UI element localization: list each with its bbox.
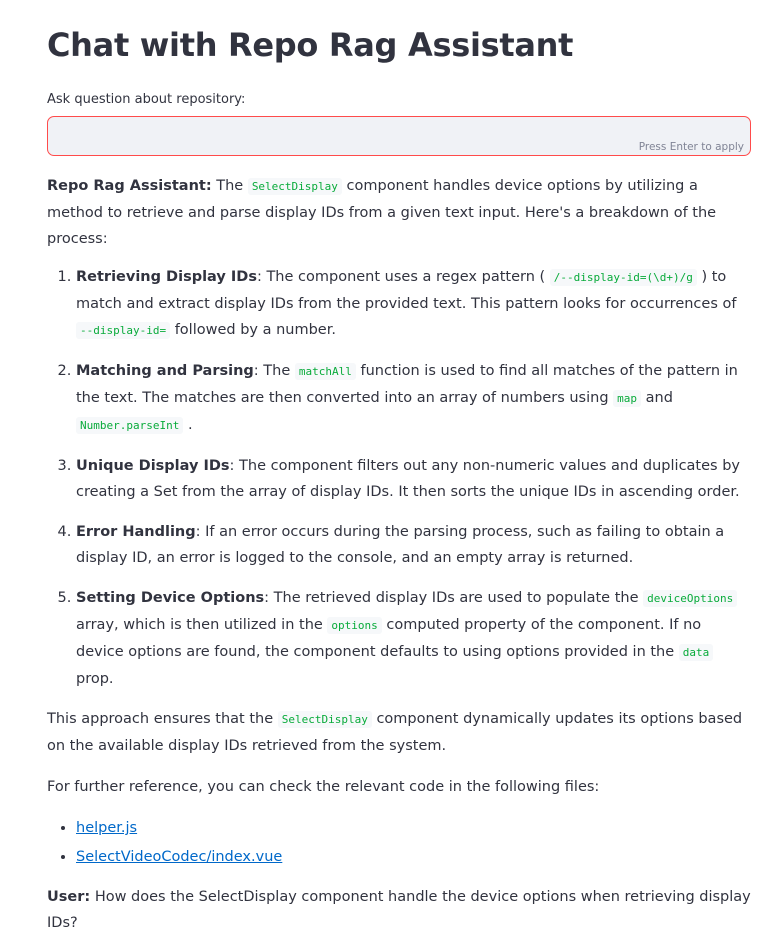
link-helper-js[interactable]: helper.js bbox=[76, 820, 137, 836]
intro-text: The bbox=[216, 178, 244, 194]
inline-code: map bbox=[613, 390, 642, 407]
step-title: Error Handling bbox=[76, 524, 196, 540]
list-item: SelectVideoCodec/index.vue bbox=[76, 843, 751, 872]
inline-code: /--display-id=(\d+)/g bbox=[549, 269, 697, 286]
step-text: array, which is then utilized in the bbox=[76, 617, 323, 633]
inline-code: matchAll bbox=[294, 363, 356, 380]
inline-code: options bbox=[327, 617, 382, 634]
step-title: Matching and Parsing bbox=[76, 363, 254, 379]
question-input-label: Ask question about repository: bbox=[47, 92, 246, 107]
reference-links: helper.js SelectVideoCodec/index.vue bbox=[47, 814, 751, 872]
list-item: Retrieving Display IDs: The component us… bbox=[76, 264, 751, 344]
page-title: Chat with Repo Rag Assistant bbox=[47, 26, 574, 64]
link-selectvideocodec-index-vue[interactable]: SelectVideoCodec/index.vue bbox=[76, 849, 282, 865]
list-item: Error Handling: If an error occurs durin… bbox=[76, 519, 751, 571]
step-text: prop. bbox=[76, 671, 114, 687]
main-content: Chat with Repo Rag Assistant Ask questio… bbox=[0, 0, 784, 936]
inline-code: SelectDisplay bbox=[277, 711, 372, 728]
assistant-conclusion: This approach ensures that the SelectDis… bbox=[47, 706, 751, 759]
step-text: : The component uses a regex pattern ( bbox=[256, 269, 546, 285]
assistant-speaker-label: Repo Rag Assistant: bbox=[47, 178, 212, 194]
user-speaker-label: User: bbox=[47, 889, 91, 905]
step-text: : The bbox=[253, 363, 291, 379]
step-title: Setting Device Options bbox=[76, 590, 265, 606]
inline-code: deviceOptions bbox=[643, 590, 738, 607]
reference-text: For further reference, you can check the… bbox=[47, 779, 600, 795]
question-input-container[interactable]: Press Enter to apply bbox=[47, 116, 751, 156]
step-title: Retrieving Display IDs bbox=[76, 269, 257, 285]
inline-code: SelectDisplay bbox=[247, 178, 342, 195]
list-item: Matching and Parsing: The matchAll funct… bbox=[76, 358, 751, 439]
step-text: : The retrieved display IDs are used to … bbox=[264, 590, 639, 606]
press-enter-hint: Press Enter to apply bbox=[638, 141, 744, 153]
step-text: and bbox=[645, 390, 673, 406]
step-title: Unique Display IDs bbox=[76, 458, 230, 474]
list-item: Unique Display IDs: The component filter… bbox=[76, 453, 751, 505]
inline-code: --display-id= bbox=[76, 322, 171, 339]
assistant-intro: Repo Rag Assistant: The SelectDisplay co… bbox=[47, 173, 751, 252]
inline-code: Number.parseInt bbox=[76, 417, 184, 434]
conclusion-text: This approach ensures that the bbox=[47, 711, 274, 727]
list-item: Setting Device Options: The retrieved di… bbox=[76, 585, 751, 692]
user-message: User: How does the SelectDisplay compone… bbox=[47, 884, 751, 936]
list-item: helper.js bbox=[76, 814, 751, 843]
step-text: followed by a number. bbox=[174, 322, 336, 338]
step-text: . bbox=[187, 417, 193, 433]
user-message-text: How does the SelectDisplay component han… bbox=[47, 889, 751, 931]
inline-code: data bbox=[678, 644, 714, 661]
steps-list: Retrieving Display IDs: The component us… bbox=[47, 264, 751, 692]
